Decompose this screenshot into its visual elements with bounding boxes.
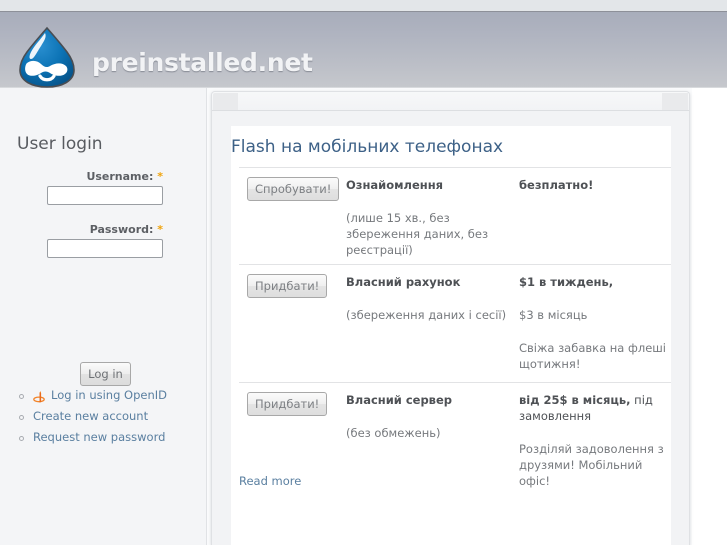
- bullet-icon: [19, 394, 24, 399]
- tabstrip-left-block: [213, 93, 238, 110]
- plan-cell: Ознайомлення (лише 15 хв., без збереженн…: [346, 177, 511, 258]
- openid-icon: [33, 391, 45, 404]
- pricing-table: Спробувати! Ознайомлення (лише 15 хв., б…: [239, 167, 671, 488]
- plan-cell: Власний сервер (без обмежень): [346, 392, 511, 441]
- sidebar-link-request-password[interactable]: Request new password: [0, 430, 207, 451]
- site-name[interactable]: preinstalled.net: [92, 48, 313, 77]
- plan-name: Ознайомлення: [346, 178, 444, 192]
- try-button[interactable]: Спробувати!: [247, 177, 340, 201]
- node-title: Flash на мобільних телефонах: [231, 137, 504, 157]
- password-label: Password: *: [90, 223, 163, 236]
- price-cell: безплатно!: [519, 177, 671, 193]
- table-row: Придбати! Власний сервер (без обмежень) …: [239, 382, 671, 488]
- bullet-icon: [19, 415, 24, 420]
- price-main-text: $1 в тиждень,: [519, 275, 614, 289]
- price-main: від 25$ в місяць, під замовлення: [519, 392, 671, 424]
- plan-name: Власний рахунок: [346, 275, 461, 289]
- buy-button[interactable]: Придбати!: [247, 392, 328, 416]
- username-required-marker: *: [157, 170, 163, 183]
- log-in-button[interactable]: Log in: [80, 362, 131, 386]
- sidebar-link-create-account[interactable]: Create new account: [0, 409, 207, 430]
- price-note: Свіжа забавка на флеші щотижня!: [519, 341, 666, 371]
- sidebar-user-login-block: User login Username: * Password: * Log i…: [0, 88, 207, 545]
- sidebar-link-openid[interactable]: Log in using OpenID: [0, 388, 207, 409]
- bullet-icon: [19, 436, 24, 441]
- sidebar-link-openid-label[interactable]: Log in using OpenID: [51, 388, 167, 402]
- page-root: preinstalled.net User login Username: * …: [0, 0, 727, 545]
- drupal-droplet-icon[interactable]: [17, 26, 77, 89]
- tabstrip-right-block: [662, 93, 688, 110]
- password-input[interactable]: [47, 239, 163, 258]
- node-content: Flash на мобільних телефонах Спробувати!…: [231, 126, 671, 545]
- sidebar-link-request-password-label[interactable]: Request new password: [33, 430, 165, 444]
- buy-button[interactable]: Придбати!: [247, 274, 328, 298]
- block-title: User login: [17, 134, 103, 154]
- sidebar-link-create-account-label[interactable]: Create new account: [33, 409, 148, 423]
- plan-description: (збереження даних і сесії): [346, 308, 507, 322]
- read-more-link[interactable]: Read more: [239, 474, 301, 488]
- plan-cell: Власний рахунок (збереження даних і сесі…: [346, 274, 511, 323]
- price-main: $1 в тиждень,: [519, 274, 671, 290]
- password-required-marker: *: [157, 223, 163, 236]
- read-more-label[interactable]: Read more: [239, 474, 301, 488]
- username-input[interactable]: [47, 186, 163, 205]
- price-cell: від 25$ в місяць, під замовлення Розділя…: [519, 392, 671, 489]
- price-main: безплатно!: [519, 177, 671, 193]
- price-main-text: безплатно!: [519, 178, 594, 192]
- price-note: Розділяй задоволення з друзями! Мобільни…: [519, 442, 664, 488]
- price-main-text: від 25$ в місяць,: [519, 393, 631, 407]
- username-label: Username: *: [86, 170, 163, 183]
- plan-description: (лише 15 хв., без збереження даних, без …: [346, 211, 489, 257]
- price-cell: $1 в тиждень, $3 в місяць Свіжа забавка …: [519, 274, 671, 372]
- content-panel: Flash на мобільних телефонах Спробувати!…: [211, 91, 690, 545]
- plan-name: Власний сервер: [346, 393, 452, 407]
- username-label-text: Username:: [86, 170, 154, 183]
- plan-description: (без обмежень): [346, 426, 441, 440]
- panel-tabstrip[interactable]: [212, 92, 689, 111]
- price-sub: $3 в місяць: [519, 308, 588, 322]
- table-row: Придбати! Власний рахунок (збереження да…: [239, 264, 671, 382]
- top-strip: [0, 0, 727, 11]
- table-row: Спробувати! Ознайомлення (лише 15 хв., б…: [239, 167, 671, 264]
- password-label-text: Password:: [89, 223, 154, 236]
- sidebar-links: Log in using OpenID Create new account R…: [0, 388, 207, 451]
